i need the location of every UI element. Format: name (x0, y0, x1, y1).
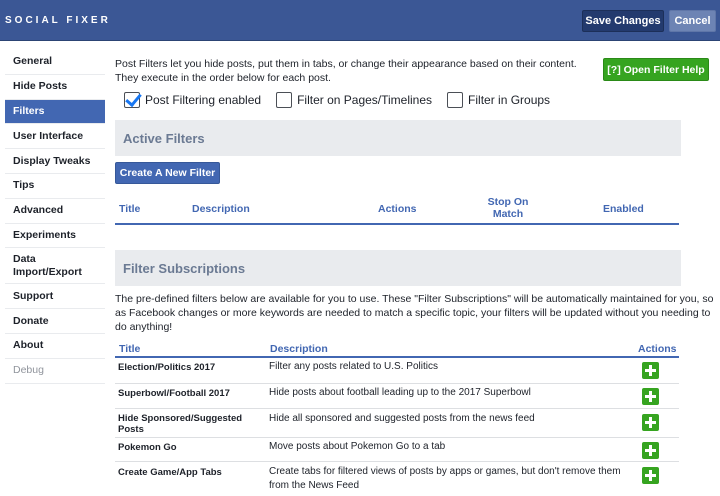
add-plus-icon[interactable] (642, 442, 659, 459)
subscriptions-intro-text: The pre-defined filters below are availa… (115, 293, 714, 333)
app-brand: SOCIAL FIXER (5, 15, 111, 26)
subscription-title: Pokemon Go (118, 442, 177, 453)
add-plus-icon[interactable] (642, 467, 659, 484)
subscriptions-table-header: Title Description Actions (115, 340, 679, 358)
column-stop-on-match: Stop On Match (487, 196, 529, 220)
sidebar-item-advanced[interactable]: Advanced (5, 199, 105, 224)
sidebar-item-hide-posts[interactable]: Hide Posts (5, 75, 105, 100)
table-row: Election/Politics 2017 Filter any posts … (115, 358, 679, 384)
subscription-description: Hide all sponsored and suggested posts f… (269, 413, 535, 424)
active-filters-heading: Active Filters (115, 120, 681, 156)
sidebar-item-donate[interactable]: Donate (5, 309, 105, 334)
sidebar-item-general[interactable]: General (5, 50, 105, 75)
subscription-title: Election/Politics 2017 (118, 362, 216, 373)
cancel-button[interactable]: Cancel (669, 10, 716, 32)
sidebar-item-debug[interactable]: Debug (5, 359, 105, 384)
filter-subscriptions-heading: Filter Subscriptions (115, 250, 681, 286)
column-description: Description (192, 203, 250, 215)
subscription-description: Filter any posts related to U.S. Politic… (269, 361, 438, 372)
add-plus-icon[interactable] (642, 414, 659, 431)
column-actions: Actions (378, 203, 417, 215)
checkbox-label: Filter in Groups (468, 93, 551, 107)
checkbox-label: Filter on Pages/Timelines (297, 93, 433, 107)
filter-options: Post Filtering enabled Filter on Pages/T… (124, 92, 565, 108)
table-row: Create Game/App Tabs Create tabs for fil… (115, 462, 679, 496)
filter-on-pages-checkbox[interactable]: Filter on Pages/Timelines (276, 92, 432, 108)
filters-intro-text: Post Filters let you hide posts, put the… (115, 58, 577, 84)
column-title: Title (119, 203, 141, 215)
column-actions: Actions (638, 343, 677, 355)
add-plus-icon[interactable] (642, 362, 659, 379)
sidebar-item-data-import-export[interactable]: Data Import/Export (5, 248, 105, 285)
checkbox-checked-icon[interactable] (124, 92, 140, 108)
column-enabled: Enabled (603, 203, 644, 215)
checkbox-unchecked-icon[interactable] (276, 92, 293, 108)
table-row: Pokemon Go Move posts about Pokemon Go t… (115, 438, 679, 462)
checkbox-unchecked-icon[interactable] (447, 92, 464, 108)
top-bar: SOCIAL FIXER Save Changes Cancel (0, 0, 720, 41)
table-row: Hide Sponsored/Suggested Posts Hide all … (115, 409, 679, 438)
sidebar-nav: General Hide Posts Filters User Interfac… (5, 50, 105, 384)
sidebar-item-display-tweaks[interactable]: Display Tweaks (5, 149, 105, 174)
subscriptions-table: Title Description Actions Election/Polit… (115, 340, 679, 496)
subscription-title: Hide Sponsored/Suggested Posts (118, 413, 243, 435)
sidebar-item-user-interface[interactable]: User Interface (5, 124, 105, 150)
sidebar-item-tips[interactable]: Tips (5, 174, 105, 199)
subscription-title: Create Game/App Tabs (118, 467, 222, 478)
sidebar-item-support[interactable]: Support (5, 284, 105, 310)
sidebar-item-experiments[interactable]: Experiments (5, 224, 105, 249)
open-filter-help-button[interactable]: [?] Open Filter Help (603, 58, 709, 81)
subscription-description: Hide posts about football leading up to … (269, 387, 531, 398)
filter-in-groups-checkbox[interactable]: Filter in Groups (447, 92, 550, 108)
table-row: Superbowl/Football 2017 Hide posts about… (115, 384, 679, 409)
subscription-description: Create tabs for filtered views of posts … (269, 466, 621, 491)
checkbox-label: Post Filtering enabled (145, 93, 262, 107)
column-title: Title (119, 343, 141, 355)
sidebar-item-filters[interactable]: Filters (5, 99, 105, 125)
add-plus-icon[interactable] (642, 388, 659, 405)
post-filtering-enabled-checkbox[interactable]: Post Filtering enabled (124, 92, 261, 108)
subscription-description: Move posts about Pokemon Go to a tab (269, 441, 446, 452)
create-new-filter-button[interactable]: Create A New Filter (115, 162, 220, 184)
column-description: Description (270, 343, 328, 355)
active-filters-table-header: Title Description Actions Stop On Match … (115, 195, 679, 225)
sidebar-item-about[interactable]: About (5, 334, 105, 359)
subscription-title: Superbowl/Football 2017 (118, 388, 230, 399)
save-changes-button[interactable]: Save Changes (582, 10, 664, 32)
